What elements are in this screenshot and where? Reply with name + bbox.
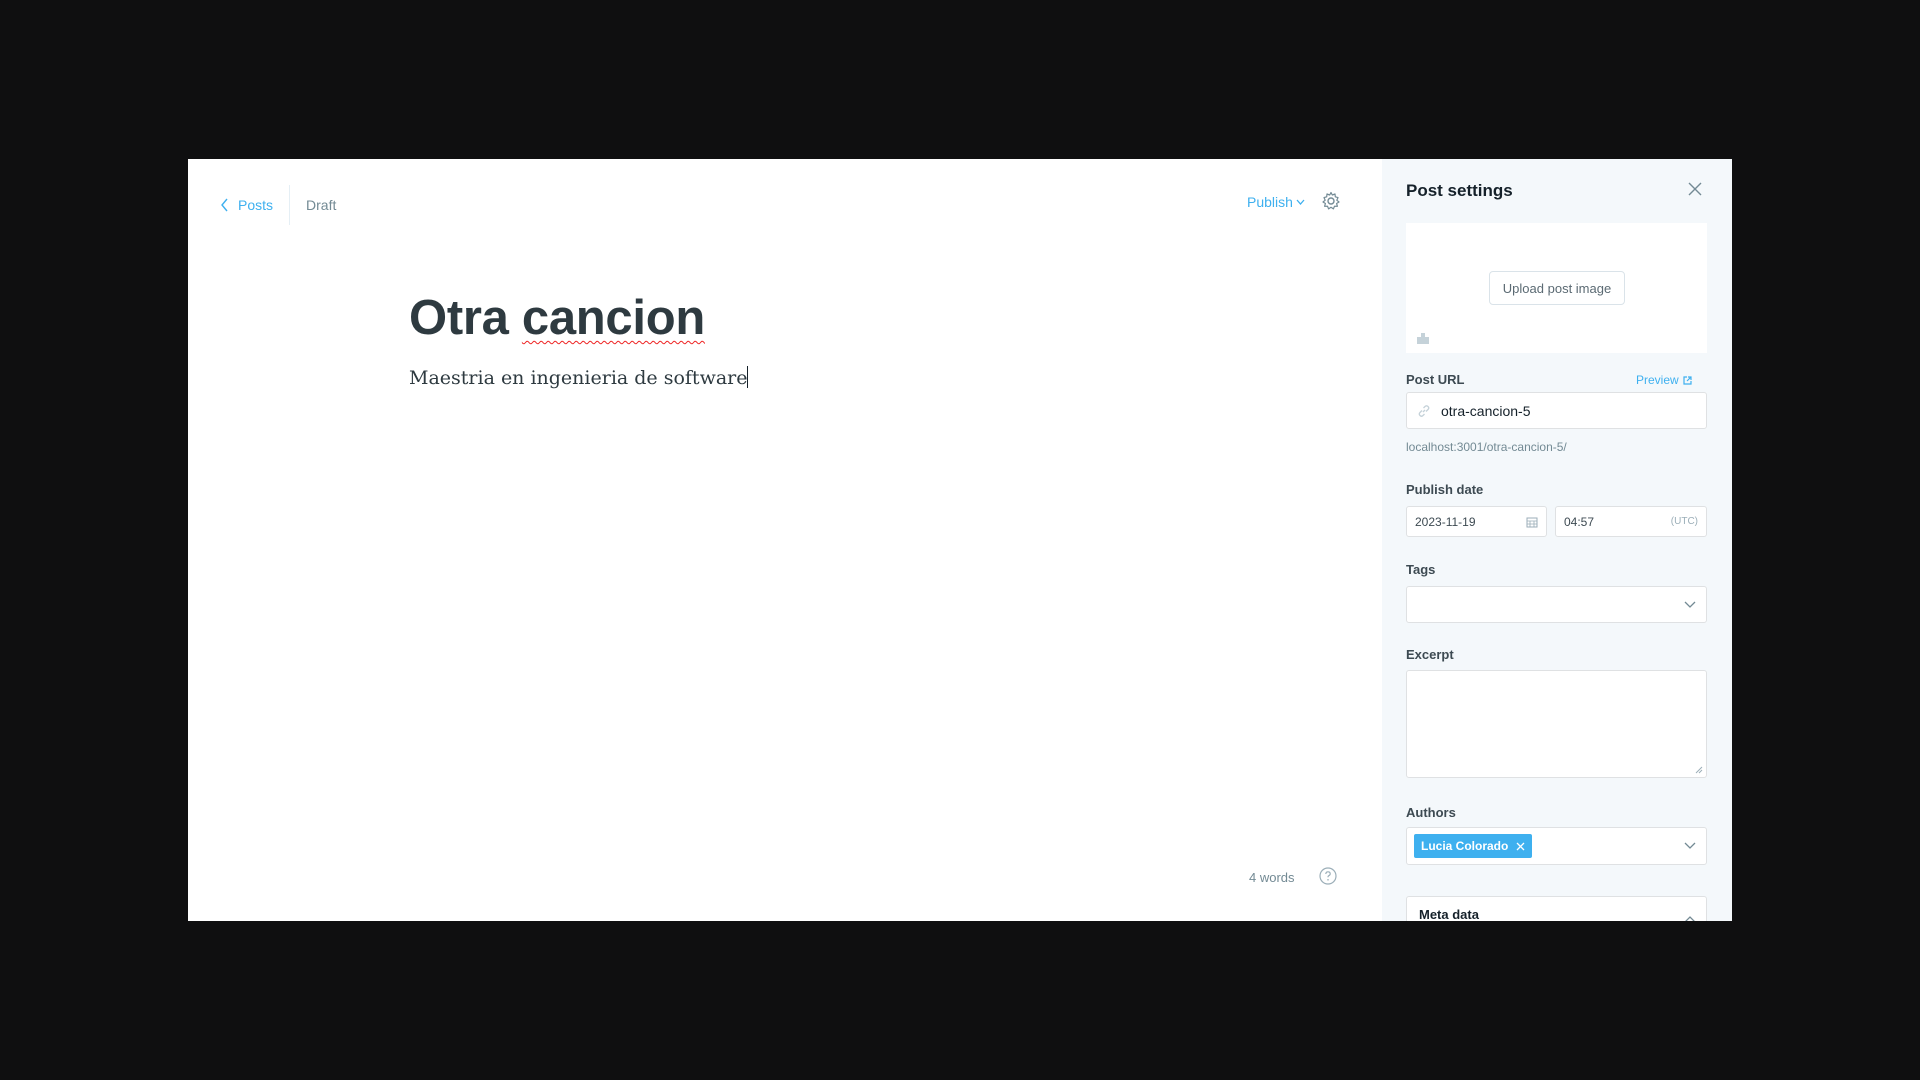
post-title[interactable]: Otra cancion <box>409 290 705 346</box>
app-window: Posts Draft Publish Otra cancion Maestri… <box>188 159 1732 921</box>
post-body-editor[interactable]: Maestria en ingenieria de software <box>409 366 749 389</box>
timezone-label: (UTC) <box>1670 516 1698 527</box>
publish-date-label: Publish date <box>1406 482 1484 497</box>
gear-icon[interactable] <box>1321 191 1341 211</box>
chevron-left-icon <box>221 198 228 212</box>
authors-label: Authors <box>1406 805 1456 820</box>
post-body-text: Maestria en ingenieria de software <box>409 367 748 389</box>
calendar-icon[interactable] <box>1526 516 1538 528</box>
post-title-misspelled-word: cancion <box>521 291 705 345</box>
date-value: 2023-11-19 <box>1415 514 1476 529</box>
close-icon[interactable] <box>1687 181 1703 197</box>
publish-menu-button[interactable]: Publish <box>1247 194 1305 210</box>
editor-topnav: Posts Draft <box>220 185 336 225</box>
back-to-posts-link[interactable]: Posts <box>220 197 289 213</box>
tags-label: Tags <box>1406 562 1436 577</box>
publish-date-input[interactable]: 2023-11-19 <box>1406 506 1547 537</box>
post-url-label: Post URL <box>1406 372 1465 387</box>
help-icon[interactable] <box>1319 867 1337 885</box>
panel-title: Post settings <box>1406 181 1513 200</box>
chevron-down-icon <box>1296 199 1305 205</box>
preview-link[interactable]: Preview <box>1636 373 1692 387</box>
publish-label: Publish <box>1247 194 1293 210</box>
post-title-word: Otra <box>409 291 509 345</box>
text-caret <box>747 366 749 388</box>
post-image-dropzone[interactable]: Upload post image <box>1406 223 1707 353</box>
remove-icon[interactable] <box>1516 842 1525 851</box>
post-settings-panel: Post settings Upload post image Post URL… <box>1382 159 1732 921</box>
word-count: 4 words <box>1249 870 1295 885</box>
excerpt-textarea[interactable] <box>1406 670 1707 778</box>
editor-pane: Posts Draft Publish Otra cancion Maestri… <box>188 159 1382 921</box>
tags-select[interactable] <box>1406 586 1707 623</box>
resize-handle-icon[interactable] <box>1695 766 1703 774</box>
back-link-label: Posts <box>238 197 274 213</box>
image-icon <box>1417 333 1429 344</box>
external-link-icon <box>1683 375 1692 385</box>
post-status: Draft <box>306 197 337 213</box>
preview-label: Preview <box>1636 373 1679 387</box>
excerpt-label: Excerpt <box>1406 647 1454 662</box>
post-url-input[interactable]: otra-cancion-5 <box>1406 392 1707 429</box>
link-icon <box>1418 404 1430 417</box>
upload-post-image-button[interactable]: Upload post image <box>1489 271 1625 305</box>
post-url-value: otra-cancion-5 <box>1441 402 1531 419</box>
meta-data-section[interactable]: Meta data <box>1406 896 1707 921</box>
author-token[interactable]: Lucia Colorado <box>1414 834 1533 858</box>
time-value: 04:57 <box>1564 514 1595 529</box>
chevron-down-icon <box>1684 842 1696 849</box>
meta-data-label: Meta data <box>1419 907 1479 921</box>
chevron-icon <box>1685 916 1695 921</box>
publish-time-input[interactable]: 04:57 (UTC) <box>1555 506 1707 537</box>
authors-select[interactable]: Lucia Colorado <box>1406 827 1707 865</box>
chevron-down-icon <box>1684 601 1696 608</box>
author-name: Lucia Colorado <box>1421 839 1509 853</box>
full-url-hint: localhost:3001/otra-cancion-5/ <box>1406 440 1567 454</box>
